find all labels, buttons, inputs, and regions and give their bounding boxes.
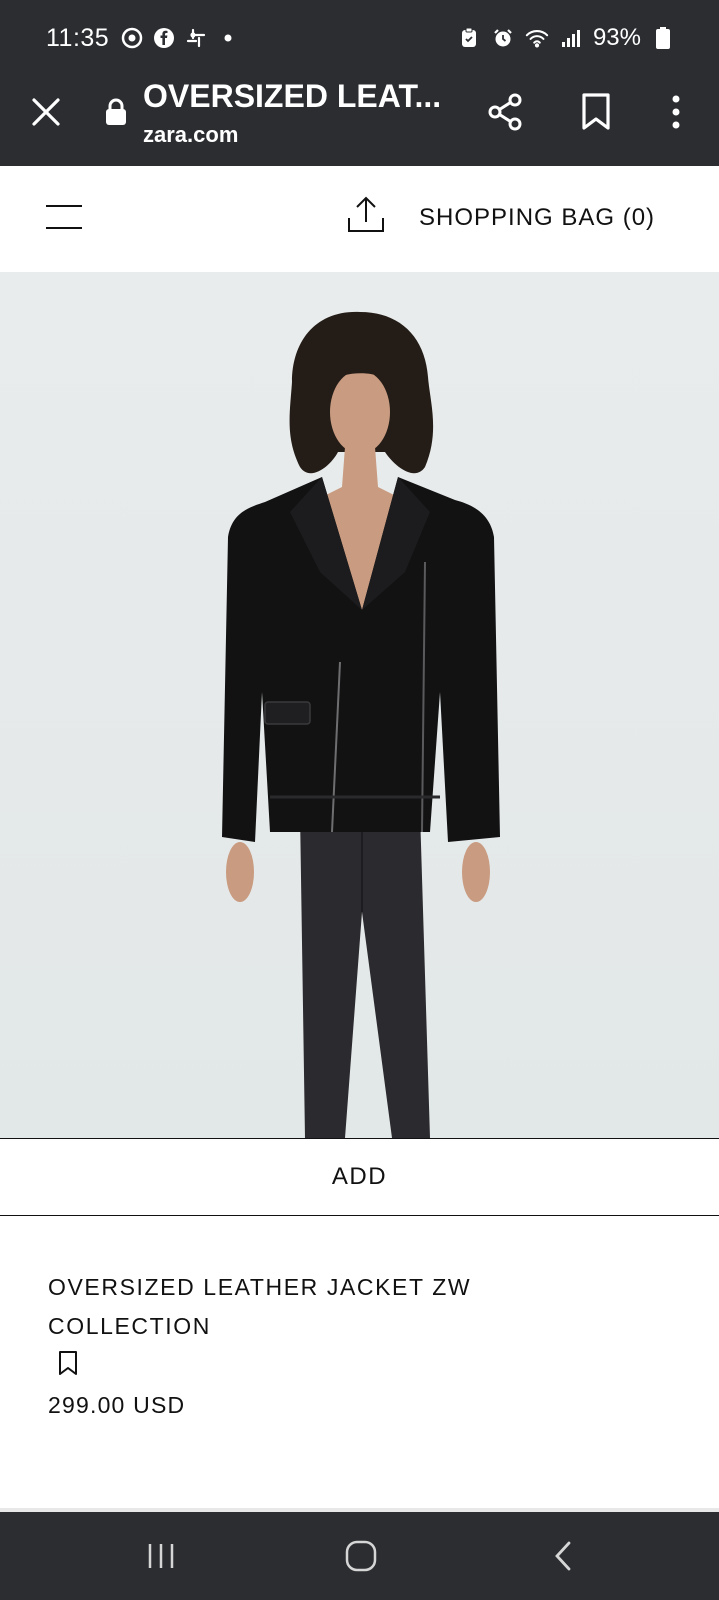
product-name: OVERSIZED LEATHER JACKET ZW COLLECTION (48, 1274, 472, 1339)
notification-icons (120, 26, 240, 50)
system-navigation-bar (0, 1512, 719, 1600)
status-bar: 11:35 93% (0, 0, 719, 78)
menu-icon[interactable] (46, 202, 82, 232)
home-icon[interactable] (344, 1540, 378, 1572)
site-header: SHOPPING BAG (0) (0, 166, 719, 272)
close-icon[interactable] (28, 94, 64, 130)
signal-icon (559, 26, 583, 50)
browser-toolbar: OVERSIZED LEAT... zara.com (0, 78, 719, 166)
status-time: 11:35 (46, 24, 110, 52)
recent-apps-icon[interactable] (146, 1542, 176, 1570)
share-icon[interactable] (486, 92, 524, 132)
wifi-icon (525, 26, 549, 50)
page-domain[interactable]: zara.com (143, 122, 238, 148)
clipboard-icon (457, 26, 481, 50)
model-photo (222, 311, 500, 1138)
facebook-icon (152, 26, 176, 50)
system-status: 93% (457, 24, 675, 52)
product-price: 299.00 USD (48, 1392, 186, 1418)
add-to-bag-button[interactable]: ADD (0, 1138, 719, 1216)
battery-percent: 93% (592, 24, 641, 51)
dot-icon (216, 26, 240, 50)
alarm-icon (491, 26, 515, 50)
wishlist-bookmark-icon[interactable] (58, 1350, 78, 1376)
more-options-icon[interactable] (666, 92, 686, 132)
chrome-icon (120, 26, 144, 50)
slack-icon (184, 26, 208, 50)
shopping-bag-link[interactable]: SHOPPING BAG (0) (419, 204, 655, 232)
back-icon[interactable] (552, 1540, 574, 1572)
battery-icon (651, 26, 675, 50)
bookmark-icon[interactable] (580, 92, 612, 132)
lock-icon[interactable] (105, 98, 127, 126)
upload-share-icon[interactable] (346, 194, 386, 234)
page-title[interactable]: OVERSIZED LEAT... (143, 78, 443, 115)
product-image[interactable] (0, 272, 719, 1138)
